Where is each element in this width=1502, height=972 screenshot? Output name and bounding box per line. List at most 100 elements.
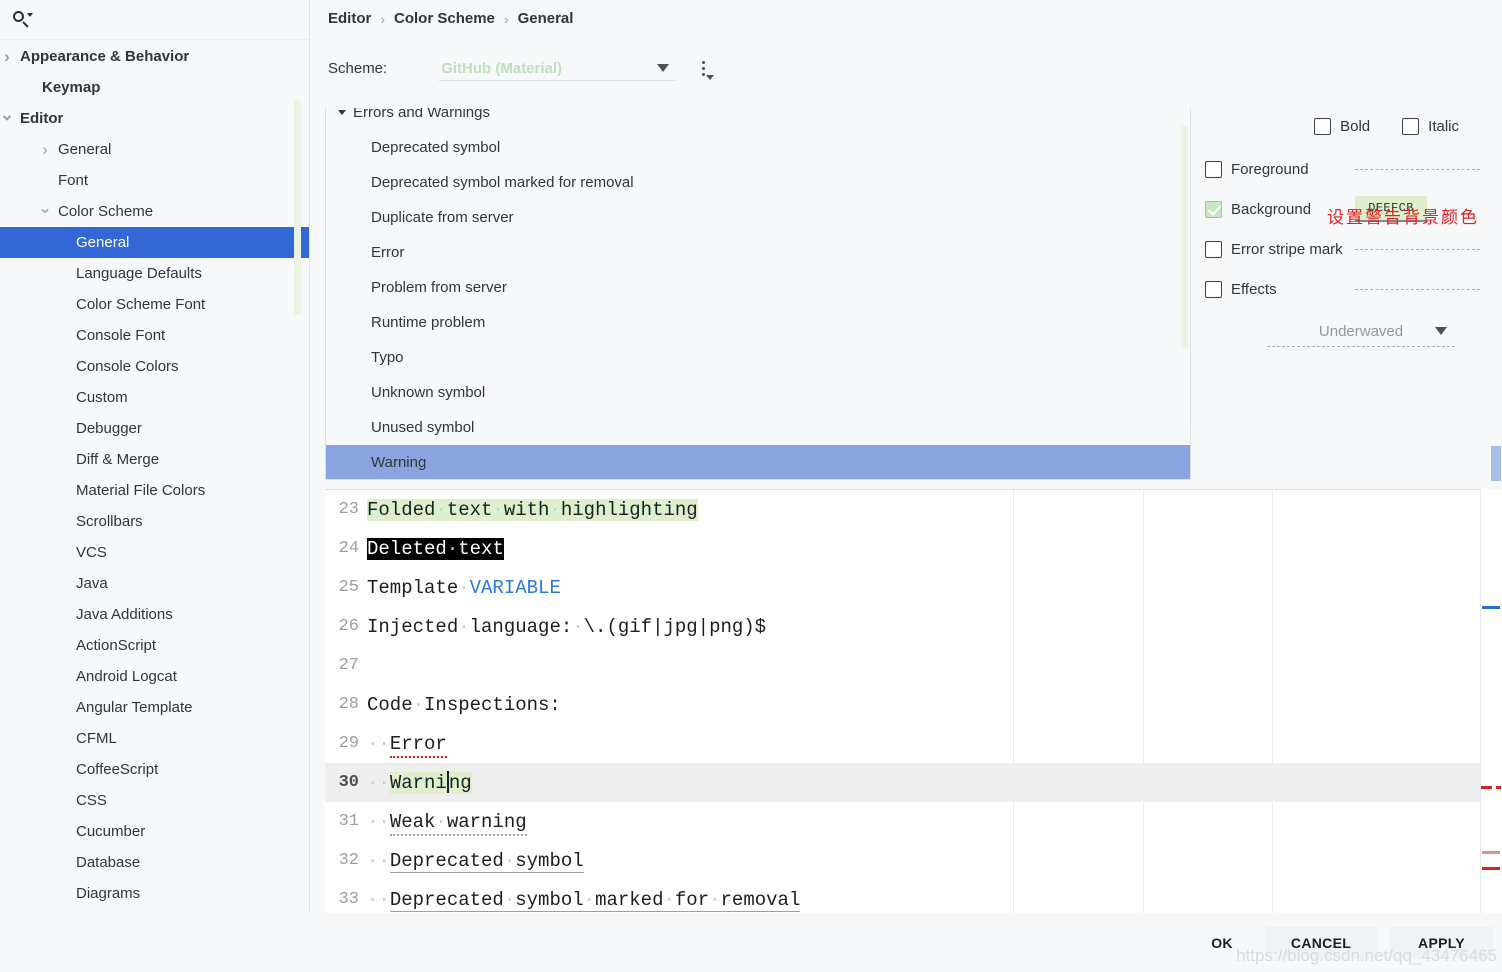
stripe-mark[interactable] — [1482, 851, 1500, 854]
sidebar-item-keymap[interactable]: Keymap — [0, 72, 309, 103]
sidebar-item-actionscript[interactable]: ActionScript — [0, 630, 309, 661]
attribute-group-header[interactable]: Errors and Warnings — [326, 108, 490, 123]
sidebar-item-label: CFML — [76, 730, 117, 747]
code-line[interactable]: 30 ··Warni ng — [325, 763, 1502, 802]
code-line[interactable]: 28 Code·Inspections: — [325, 685, 1502, 724]
sidebar-item-angular-template[interactable]: Angular Template — [0, 692, 309, 723]
error-stripe-gutter[interactable]: A — [1480, 489, 1502, 913]
chevron-down-icon[interactable] — [0, 112, 14, 126]
sidebar-item-database[interactable]: Database — [0, 847, 309, 878]
font-style-row: Bold Italic — [1205, 118, 1495, 135]
sidebar-item-scrollbars[interactable]: Scrollbars — [0, 506, 309, 537]
checkbox-icon[interactable] — [1314, 118, 1332, 135]
effects-checkbox[interactable]: Effects — [1205, 280, 1355, 298]
code-lines: 23 Folded·text·with·highlighting 24 Deleted… — [325, 490, 1502, 913]
sidebar-item-diff-merge[interactable]: Diff & Merge — [0, 444, 309, 475]
code-line[interactable]: 24 Deleted·text — [325, 529, 1502, 568]
sidebar-item-editor[interactable]: Editor — [0, 103, 309, 134]
code-line[interactable]: 29 ··Error — [325, 724, 1502, 763]
attribute-item[interactable]: Unknown symbol — [326, 375, 1190, 410]
attribute-item-label: Deprecated symbol marked for removal — [371, 174, 634, 191]
sidebar-item-label: Cucumber — [76, 823, 146, 840]
attribute-item[interactable]: Problem from server — [326, 270, 1190, 305]
sidebar-item-java-additions[interactable]: Java Additions — [0, 599, 309, 630]
sidebar-item-cfml[interactable]: CFML — [0, 723, 309, 754]
code-line[interactable]: 26 Injected·language:·\.(gif|jpg|png)$ — [325, 607, 1502, 646]
error-stripe-checkbox[interactable]: Error stripe mark — [1205, 240, 1355, 258]
code-line[interactable]: 25 Template·VARIABLE — [325, 568, 1502, 607]
effects-color-field[interactable] — [1355, 288, 1480, 290]
sidebar-item-custom[interactable]: Custom — [0, 382, 309, 413]
sidebar-item-material-file-colors[interactable]: Material File Colors — [0, 475, 309, 506]
scheme-kebab-menu-button[interactable] — [697, 57, 715, 81]
bold-checkbox[interactable]: Bold — [1314, 118, 1370, 135]
checkbox-icon[interactable] — [1205, 160, 1222, 178]
error-stripe-color-field[interactable] — [1355, 248, 1480, 250]
foreground-color-field[interactable] — [1355, 168, 1480, 170]
breadcrumb-item-general[interactable]: General — [518, 10, 574, 27]
sidebar-item-appearance-behavior[interactable]: Appearance & Behavior — [0, 41, 309, 72]
sidebar-item-console-colors[interactable]: Console Colors — [0, 351, 309, 382]
sidebar-item-cucumber[interactable]: Cucumber — [0, 816, 309, 847]
breadcrumb-item-color-scheme[interactable]: Color Scheme — [394, 10, 495, 27]
breadcrumb-item-editor[interactable]: Editor — [328, 10, 371, 27]
sidebar-item-css[interactable]: CSS — [0, 785, 309, 816]
foreground-checkbox[interactable]: Foreground — [1205, 160, 1355, 178]
sidebar-item-label: Java Additions — [76, 606, 173, 623]
stripe-mark[interactable] — [1481, 786, 1492, 789]
code-line[interactable]: 32 ··Deprecated·symbol — [325, 841, 1502, 880]
italic-checkbox[interactable]: Italic — [1402, 118, 1459, 135]
sidebar-item-debugger[interactable]: Debugger — [0, 413, 309, 444]
sidebar-item-color-scheme[interactable]: Color Scheme — [0, 196, 309, 227]
sidebar-item-label: Language Defaults — [76, 265, 202, 282]
sidebar-item-console-font[interactable]: Console Font — [0, 320, 309, 351]
line-number: 28 — [338, 695, 359, 714]
sidebar-item-label: Scrollbars — [76, 513, 143, 530]
checkbox-icon[interactable] — [1205, 240, 1222, 258]
code-line[interactable]: 33 ··Deprecated·symbol·marked·for·removal — [325, 880, 1502, 913]
attribute-item[interactable]: Deprecated symbol marked for removal — [326, 165, 1190, 200]
attribute-item[interactable]: Error — [326, 235, 1190, 270]
stripe-mark[interactable] — [1482, 867, 1500, 870]
sidebar-item-label: Diff & Merge — [76, 451, 160, 468]
sidebar-item-diagrams[interactable]: Diagrams — [0, 878, 309, 909]
attribute-item[interactable]: Warning — [326, 445, 1190, 479]
chevron-right-icon[interactable] — [0, 50, 14, 64]
effect-type-dropdown[interactable]: Underwaved — [1267, 317, 1455, 347]
chevron-right-icon[interactable] — [38, 143, 52, 157]
stripe-mark[interactable] — [1482, 606, 1500, 609]
attribute-item-label: Error — [371, 244, 405, 261]
sidebar-scrollbar[interactable] — [294, 100, 301, 315]
sidebar-item-general[interactable]: General — [0, 134, 309, 165]
sidebar-item-language-defaults[interactable]: Language Defaults — [0, 258, 309, 289]
sidebar-item-coffeescript[interactable]: CoffeeScript — [0, 754, 309, 785]
sidebar-item-general[interactable]: General — [0, 227, 309, 258]
checkbox-icon[interactable] — [1205, 280, 1222, 298]
sidebar-item-java[interactable]: Java — [0, 568, 309, 599]
checkbox-checked-icon[interactable] — [1205, 200, 1222, 218]
settings-tree[interactable]: Appearance & Behavior Keymap Editor General… — [0, 41, 309, 932]
attribute-item[interactable]: Typo — [326, 340, 1190, 375]
code-line[interactable]: 31 ··Weak·warning — [325, 802, 1502, 841]
italic-label: Italic — [1428, 118, 1459, 135]
sidebar-search-row[interactable] — [0, 0, 309, 40]
code-line[interactable]: 23 Folded·text·with·highlighting — [325, 490, 1502, 529]
chevron-down-icon[interactable] — [38, 205, 52, 219]
code-line[interactable]: 27 — [325, 646, 1502, 685]
sidebar-item-android-logcat[interactable]: Android Logcat — [0, 661, 309, 692]
stripe-mark[interactable] — [1496, 786, 1501, 789]
color-preview-editor[interactable]: 23 Folded·text·with·highlighting 24 Deleted… — [325, 489, 1502, 913]
attribute-item[interactable]: Unused symbol — [326, 410, 1190, 445]
sidebar-item-color-scheme-font[interactable]: Color Scheme Font — [0, 289, 309, 320]
sidebar-item-font[interactable]: Font — [0, 165, 309, 196]
attribute-item[interactable]: Deprecated symbol — [326, 130, 1190, 165]
checkbox-icon[interactable] — [1402, 118, 1420, 135]
search-icon[interactable] — [12, 10, 33, 30]
sidebar-item-vcs[interactable]: VCS — [0, 537, 309, 568]
attribute-item[interactable]: Duplicate from server — [326, 200, 1190, 235]
attribute-items[interactable]: Deprecated symbol Deprecated symbol marke… — [326, 130, 1190, 479]
attribute-list-scrollbar[interactable] — [1181, 126, 1188, 348]
scheme-dropdown[interactable]: GitHub (Material) — [439, 56, 676, 81]
attribute-item[interactable]: Runtime problem — [326, 305, 1190, 340]
color-attributes-list[interactable]: Errors and Warnings Deprecated symbol Dep… — [325, 108, 1191, 480]
